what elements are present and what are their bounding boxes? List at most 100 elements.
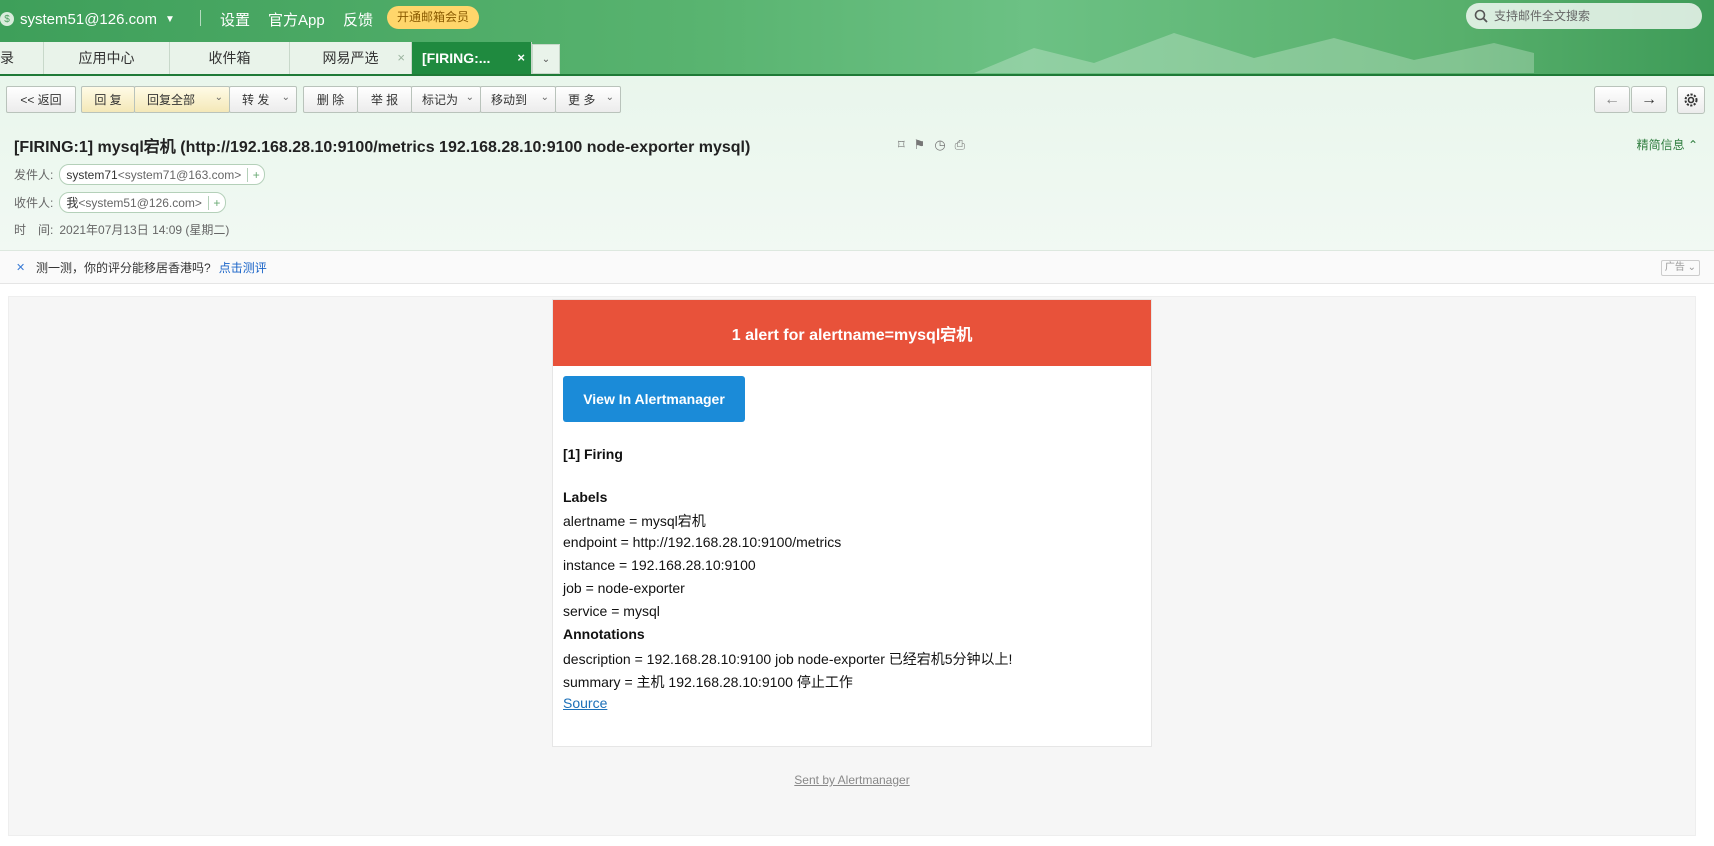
brief-info-label: 精简信息 [1636, 138, 1685, 152]
subject-actions: ⌑ ⚑ ◷ ⎙ [898, 137, 965, 153]
chevron-down-icon: ⌄ [465, 92, 474, 103]
chevron-down-icon: ⌄ [281, 92, 290, 103]
annotation-line: summary = 主机 192.168.28.10:9100 停止工作 [563, 674, 853, 690]
mail-header: << 返回 回 复 回复全部 ⌄ 转 发 ⌄ 删 除 举 报 标记为 ⌄ 移动到 ⌄ 更… [0, 76, 1714, 251]
label-line: instance = 192.168.28.10:9100 [563, 557, 756, 573]
ad-bar: ✕ 测一测，你的评分能移居香港吗? 点击测评 广告 ⌄ [0, 251, 1714, 284]
add-contact-icon[interactable]: + [247, 167, 264, 182]
mail-subject: [FIRING:1] mysql宕机 (http://192.168.28.10… [14, 139, 751, 156]
chevron-down-icon: ⌄ [1687, 262, 1696, 273]
ad-icon: ✕ [16, 262, 26, 274]
tab-more-button[interactable]: ⌄ [532, 44, 560, 74]
label-line: alertname = mysql宕机 [563, 513, 706, 529]
settings-button[interactable] [1677, 86, 1705, 114]
chevron-down-icon: ⌄ [214, 92, 223, 103]
tab-yanxuan[interactable]: 网易严选 × [290, 42, 412, 74]
print-icon[interactable]: ⎙ [955, 137, 965, 153]
recipient-chip[interactable]: 我 <system51@126.com> + [59, 192, 226, 213]
mail-view: << 返回 回 复 回复全部 ⌄ 转 发 ⌄ 删 除 举 报 标记为 ⌄ 移动到 ⌄ 更… [0, 76, 1714, 846]
tab-label: [FIRING:... [422, 50, 491, 66]
alert-card: 1 alert for alertname=mysql宕机 View In Al… [552, 299, 1152, 747]
clock-icon[interactable]: ◷ [934, 137, 945, 153]
arrow-right-icon: → [1641, 90, 1657, 108]
mail-body: 1 alert for alertname=mysql宕机 View In Al… [8, 296, 1696, 836]
recipient-name: 我 [66, 196, 79, 210]
search-icon [1474, 9, 1488, 23]
reply-all-label: 回复全部 [147, 93, 196, 107]
prev-mail-button[interactable]: ← [1594, 86, 1630, 113]
sender-chip[interactable]: system71 <system71@163.com> + [59, 164, 266, 185]
alert-header: 1 alert for alertname=mysql宕机 [553, 300, 1151, 366]
tab-inbox[interactable]: 收件箱 [170, 42, 290, 74]
labels-heading: Labels [563, 489, 608, 505]
time-label: 时 间: [14, 223, 54, 237]
annotations-heading: Annotations [563, 626, 645, 642]
sent-by-link[interactable]: Sent by Alertmanager [9, 773, 1695, 787]
tab-label: 收件箱 [208, 50, 251, 66]
vip-button[interactable]: 开通邮箱会员 [387, 6, 480, 29]
tab-app-center[interactable]: 应用中心 [44, 42, 170, 74]
reply-all-button[interactable]: 回复全部 ⌄ [134, 86, 230, 113]
ad-tag[interactable]: 广告 ⌄ [1660, 260, 1700, 276]
account-email: system51@126.com [20, 10, 157, 28]
reply-button[interactable]: 回 复 [81, 86, 135, 113]
chevron-down-icon: ⌄ [541, 53, 551, 65]
chevron-down-icon: ▼ [164, 13, 175, 25]
settings-link[interactable]: 设置 [220, 9, 250, 30]
tab-bar: 录 应用中心 收件箱 网易严选 × [FIRING:... × ⌄ [0, 42, 1714, 74]
tab-contacts[interactable]: 录 [0, 42, 44, 74]
time-row: 时 间: 2021年07月13日 14:09 (星期二) [14, 221, 229, 238]
mark-as-button[interactable]: 标记为 ⌄ [411, 86, 481, 113]
tab-current-mail[interactable]: [FIRING:... × [412, 42, 532, 74]
recipient-address: <system51@126.com> [78, 195, 202, 210]
bookmark-icon[interactable]: ⌑ [898, 137, 905, 153]
brief-info-toggle[interactable]: 精简信息 ⌃ [1637, 136, 1698, 153]
account-icon: $ [0, 12, 14, 26]
back-button[interactable]: << 返回 [6, 86, 76, 113]
add-contact-icon[interactable]: + [207, 195, 225, 210]
to-row: 收件人: 我 <system51@126.com> + [14, 192, 226, 213]
tab-label: 应用中心 [78, 50, 135, 66]
firing-heading: [1] Firing [563, 446, 623, 462]
next-mail-button[interactable]: → [1631, 86, 1667, 113]
top-bar: $ system51@126.com ▼ 设置 官方App 反馈 开通邮箱会员 … [0, 0, 1714, 75]
label-line: service = mysql [563, 603, 660, 619]
arrow-left-icon: ← [1604, 90, 1620, 108]
from-row: 发件人: system71 <system71@163.com> + [14, 164, 266, 185]
mark-as-label: 标记为 [422, 93, 459, 107]
sender-address: <system71@163.com> [117, 167, 242, 182]
tab-label: 网易严选 [322, 50, 379, 66]
close-icon[interactable]: × [517, 50, 525, 65]
time-value: 2021年07月13日 14:09 (星期二) [59, 223, 230, 237]
official-app-link[interactable]: 官方App [268, 9, 325, 30]
sender-name: system71 [66, 167, 118, 182]
label-line: endpoint = http://192.168.28.10:9100/met… [563, 534, 842, 550]
close-icon[interactable]: × [397, 50, 405, 65]
ad-tag-label: 广告 [1664, 262, 1685, 273]
from-label: 发件人: [14, 168, 54, 182]
report-button[interactable]: 举 报 [357, 86, 412, 113]
ad-text: 测一测，你的评分能移居香港吗? [36, 260, 211, 275]
search-input[interactable] [1492, 8, 1686, 24]
delete-button[interactable]: 删 除 [303, 86, 358, 113]
flag-icon[interactable]: ⚑ [914, 137, 926, 153]
label-line: job = node-exporter [563, 580, 685, 596]
annotation-line: description = 192.168.28.10:9100 job nod… [563, 651, 1013, 667]
view-in-alertmanager-button[interactable]: View In Alertmanager [563, 376, 745, 422]
gear-icon [1684, 93, 1698, 107]
source-link[interactable]: Source [563, 695, 607, 711]
move-to-label: 移动到 [491, 93, 528, 107]
forward-button[interactable]: 转 发 ⌄ [229, 86, 297, 113]
chevron-down-icon: ⌄ [605, 92, 614, 103]
more-button[interactable]: 更 多 ⌄ [555, 86, 621, 113]
more-label: 更 多 [568, 93, 596, 107]
divider [200, 10, 201, 26]
feedback-link[interactable]: 反馈 [343, 9, 373, 30]
search-box[interactable] [1466, 3, 1702, 29]
ad-link[interactable]: 点击测评 [219, 259, 267, 276]
move-to-button[interactable]: 移动到 ⌄ [480, 86, 556, 113]
chevron-up-icon: ⌃ [1687, 138, 1698, 152]
chevron-down-icon: ⌄ [540, 92, 549, 103]
account-menu[interactable]: $ system51@126.com ▼ [0, 8, 175, 30]
to-label: 收件人: [14, 196, 54, 210]
